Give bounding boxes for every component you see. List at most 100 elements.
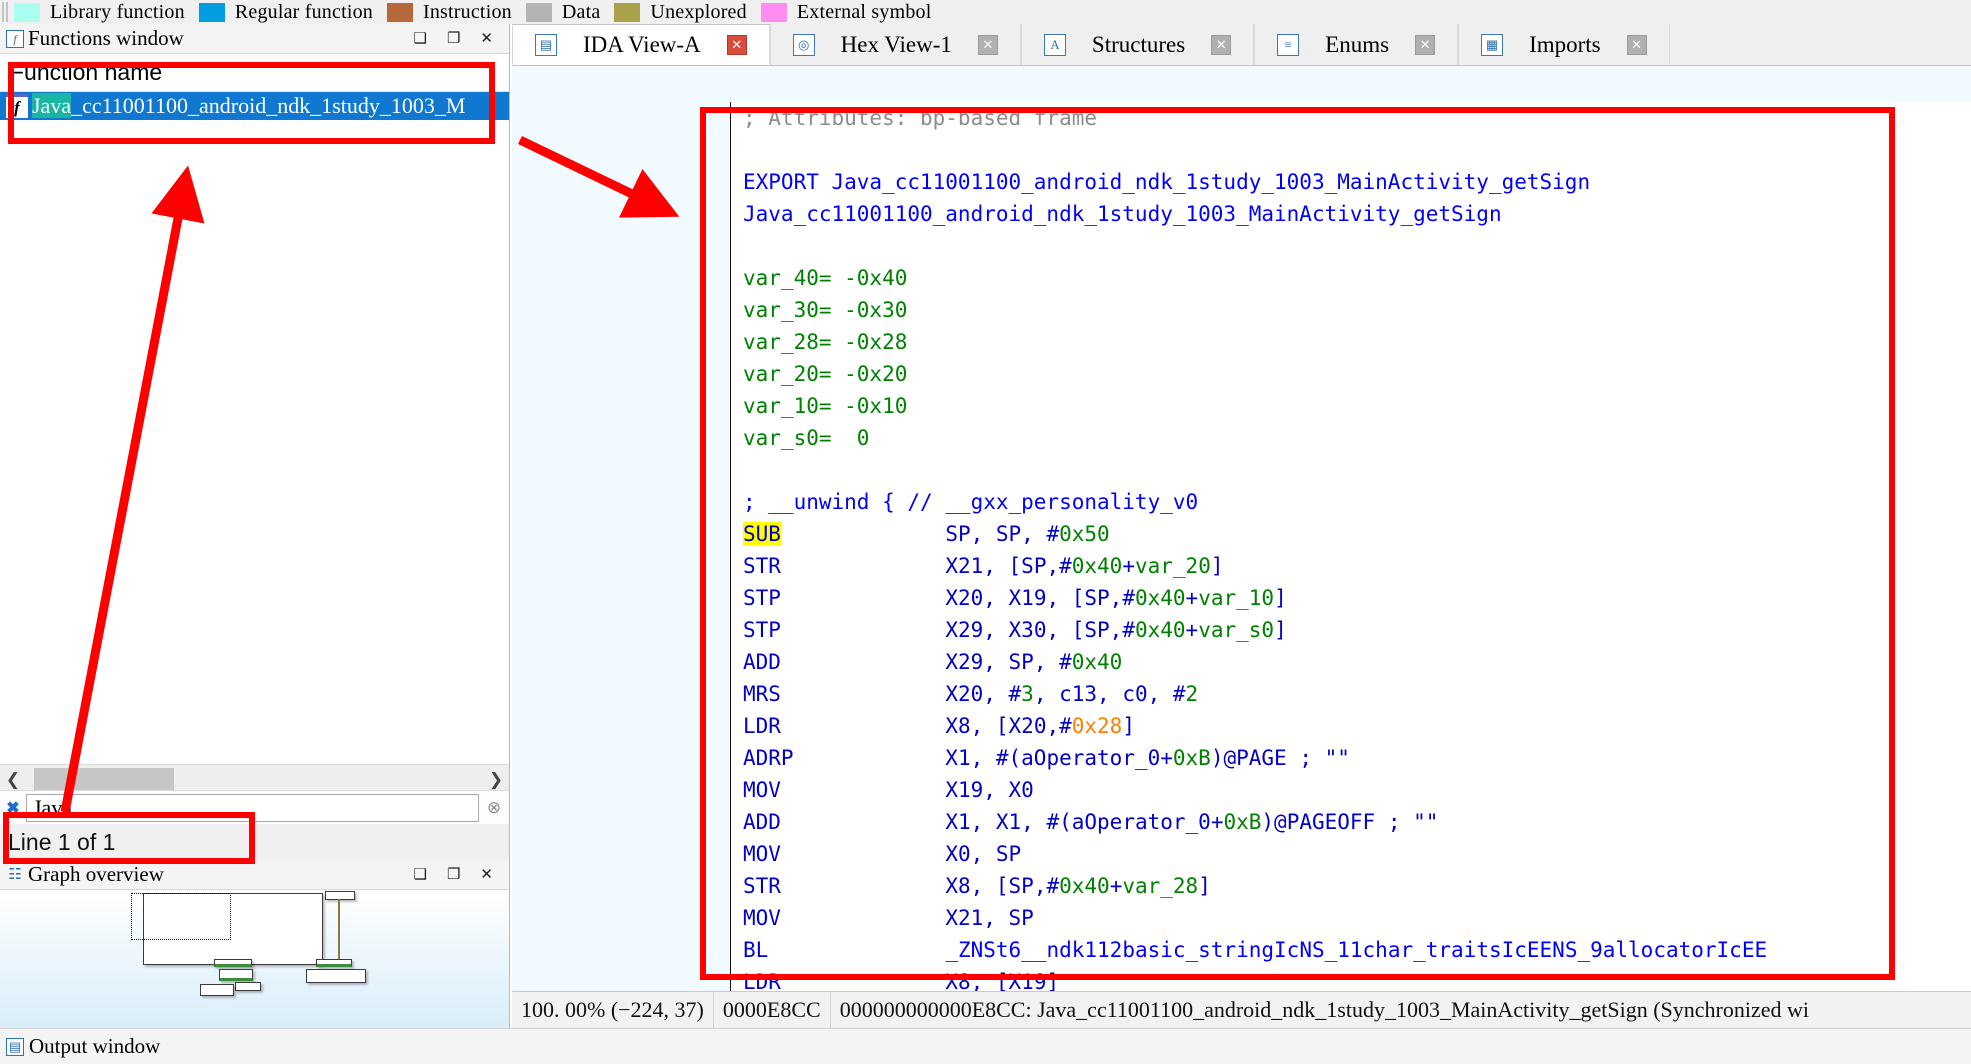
disassembly-line[interactable]: var_s0= 0 [743, 422, 1971, 454]
disassembly-line[interactable]: LDR X8, [X19] [743, 966, 1971, 991]
disassembly-line[interactable]: LDR X8, [X20,#0x28] [743, 710, 1971, 742]
disassembly-line[interactable]: ADRP X1, #(aOperator_0+0xB)@PAGE ; "" [743, 742, 1971, 774]
code-token: )@PAGE ; [1210, 746, 1325, 770]
disassembly-line[interactable]: MOV X21, SP [743, 902, 1971, 934]
disassembly-line[interactable]: var_28= -0x28 [743, 326, 1971, 358]
tab-enums[interactable]: ≡ Enums ✕ [1254, 24, 1459, 65]
graph-node-center-d [200, 984, 234, 996]
code-token: SUB [743, 522, 781, 546]
code-token: X20, # [945, 682, 1022, 706]
code-token: MOV [743, 778, 781, 802]
code-token: SP, SP, # [945, 522, 1060, 546]
graph-maximize-icon[interactable]: ❑ [414, 865, 427, 884]
tab-enums-close-icon[interactable]: ✕ [1415, 34, 1436, 55]
graph-node-center-c [235, 982, 261, 991]
code-token: ADRP [743, 746, 794, 770]
code-token: X1, X1, #(aOperator_0+ [945, 810, 1224, 834]
disassembly-line[interactable]: STR X8, [SP,#0x40+var_28] [743, 870, 1971, 902]
disassembly-line[interactable] [743, 230, 1971, 262]
legend-label-regular-function: Regular function [234, 0, 373, 23]
graph-overview-icon: ☷ [8, 866, 22, 883]
graph-restore-icon[interactable]: ❐ [447, 865, 460, 884]
disassembly-line[interactable]: Java_cc11001100_android_ndk_1study_1003_… [743, 198, 1971, 230]
code-token: STR [743, 554, 781, 578]
functions-window-title: Functions window [28, 26, 184, 50]
functions-window-titlebar: f Functions window ❑ ❐ ✕ [0, 24, 509, 54]
tab-imports[interactable]: ▦ Imports ✕ [1458, 24, 1670, 65]
code-token: _ZNSt6__ndk112basic_stringIcNS_11char_tr… [945, 938, 1768, 962]
tab-structures-close-icon[interactable]: ✕ [1211, 34, 1232, 55]
graph-node-right-bottom [306, 969, 366, 983]
scroll-thumb[interactable] [34, 767, 174, 792]
code-token: ; Attributes: bp-based frame [743, 106, 1098, 130]
disassembly-line[interactable]: STP X29, X30, [SP,#0x40+var_s0] [743, 614, 1971, 646]
functions-close-icon[interactable]: ✕ [480, 29, 493, 48]
scroll-left-icon[interactable]: ❮ [0, 770, 26, 790]
disassembly-line[interactable]: ; Attributes: bp-based frame [743, 102, 1971, 134]
tab-imports-close-icon[interactable]: ✕ [1626, 34, 1647, 55]
graph-close-icon[interactable]: ✕ [480, 865, 493, 884]
disassembly-code[interactable]: ; Attributes: bp-based frame EXPORT Java_… [730, 102, 1971, 991]
tab-hex-view-1-close-icon[interactable]: ✕ [977, 34, 998, 55]
functions-window: f Functions window ❑ ❐ ✕ Function name f… [0, 24, 510, 860]
functions-maximize-icon[interactable]: ❑ [414, 29, 427, 48]
disassembly-line[interactable]: MRS X20, #3, c13, c0, #2 [743, 678, 1971, 710]
disassembly-line[interactable]: SUB SP, SP, #0x50 [743, 518, 1971, 550]
code-token: EXPORT Java_cc11001100_android_ndk_1stud… [743, 170, 1591, 194]
functions-restore-icon[interactable]: ❐ [447, 29, 460, 48]
code-token: 0x50 [1059, 522, 1110, 546]
graph-overview-canvas[interactable] [0, 890, 509, 1028]
code-token: ] [1274, 586, 1287, 610]
legend-label-external-symbol: External symbol [796, 0, 932, 23]
graph-edge-right-vertical [338, 899, 340, 961]
disassembly-line[interactable]: ADD X29, SP, #0x40 [743, 646, 1971, 678]
function-name-rest: _cc11001100_android_ndk_1study_1003_M [71, 93, 466, 118]
code-token: X1, #(aOperator_0+ [945, 746, 1173, 770]
disassembly-line[interactable] [743, 134, 1971, 166]
code-token: var_40= -0x40 [743, 266, 908, 290]
disassembly-line[interactable]: EXPORT Java_cc11001100_android_ndk_1stud… [743, 166, 1971, 198]
status-address-long: 000000000000E8CC: [839, 997, 1032, 1022]
tab-hex-view-1[interactable]: ◎ Hex View-1 ✕ [769, 24, 1021, 65]
disassembly-line[interactable]: ; __unwind { // __gxx_personality_v0 [743, 486, 1971, 518]
disassembly-line[interactable] [743, 454, 1971, 486]
disassembly-line[interactable]: var_40= -0x40 [743, 262, 1971, 294]
disassembly-line[interactable]: STP X20, X19, [SP,#0x40+var_10] [743, 582, 1971, 614]
disassembly-view[interactable]: ; Attributes: bp-based frame EXPORT Java_… [512, 66, 1971, 991]
code-token: X0, SP [945, 842, 1022, 866]
disassembly-line[interactable]: var_20= -0x20 [743, 358, 1971, 390]
disassembly-line[interactable]: BL _ZNSt6__ndk112basic_stringIcNS_11char… [743, 934, 1971, 966]
code-token: X8, [SP,# [945, 874, 1060, 898]
tab-ida-view-a-close-icon[interactable]: ✕ [726, 34, 747, 55]
tab-ida-view-a[interactable]: ▤ IDA View-A ✕ [512, 24, 770, 65]
functions-list-row-selected[interactable]: f Java_cc11001100_android_ndk_1study_100… [0, 92, 509, 120]
code-token: X8, [X20,# [945, 714, 1072, 738]
toolbar-drag-handle[interactable] [0, 2, 10, 22]
disassembly-line[interactable]: MOV X0, SP [743, 838, 1971, 870]
functions-column-header[interactable]: Function name [0, 54, 509, 92]
scroll-right-icon[interactable]: ❯ [483, 770, 509, 790]
code-token: )@PAGEOFF ; [1261, 810, 1414, 834]
search-clear-icon[interactable]: ⊗ [479, 798, 509, 818]
search-filter-icon[interactable]: ✖ [0, 798, 26, 818]
code-token: + [1185, 618, 1199, 642]
search-input[interactable] [26, 793, 479, 822]
disassembly-line[interactable]: STR X21, [SP,#0x40+var_20] [743, 550, 1971, 582]
imports-icon: ▦ [1481, 33, 1504, 56]
tab-structures[interactable]: A Structures ✕ [1020, 24, 1255, 65]
functions-list[interactable]: f Java_cc11001100_android_ndk_1study_100… [0, 92, 509, 764]
code-token: + [1185, 586, 1199, 610]
code-token: var_20= -0x20 [743, 362, 908, 386]
graph-overview-titlebar: ☷ Graph overview ❑ ❐ ✕ [0, 860, 509, 890]
disassembly-line[interactable]: ADD X1, X1, #(aOperator_0+0xB)@PAGEOFF ;… [743, 806, 1971, 838]
disassembly-line[interactable]: var_30= -0x30 [743, 294, 1971, 326]
legend-swatch-library-function [14, 2, 40, 22]
code-token: ] [1210, 554, 1224, 578]
graph-viewport-indicator [131, 893, 231, 940]
disassembly-line[interactable]: var_10= -0x10 [743, 390, 1971, 422]
disassembly-line[interactable]: MOV X19, X0 [743, 774, 1971, 806]
